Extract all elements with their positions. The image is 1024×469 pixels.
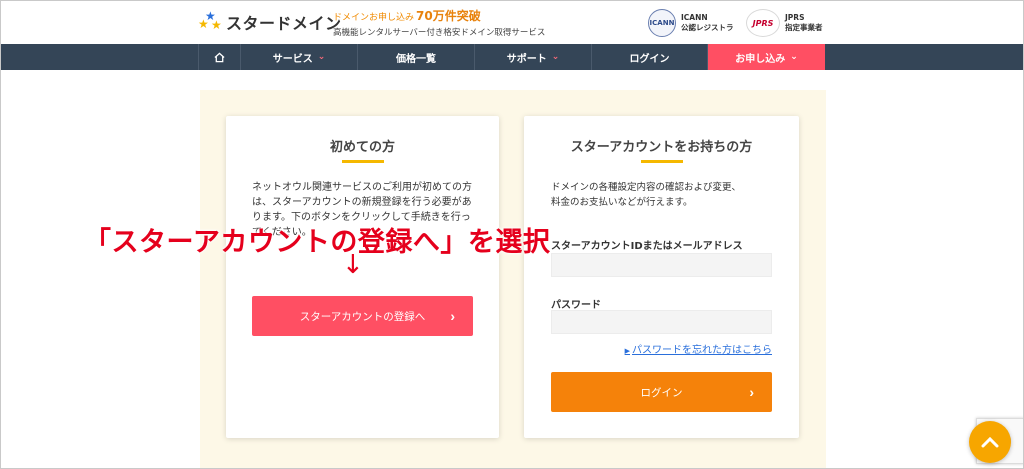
account-id-label: スターアカウントIDまたはメールアドレス (551, 241, 743, 252)
nav-price-label: 価格一覧 (396, 53, 436, 65)
annotation-arrow-icon: ↓ (342, 250, 364, 280)
header-tagline: ドメインお申し込み 70万件突破 高機能レンタルサーバー付き格安ドメイン取得サー… (333, 7, 545, 38)
description-line-1: ドメインの各種設定内容の確認および変更、 (551, 182, 742, 193)
home-icon (214, 52, 225, 62)
chevron-up-icon (981, 436, 999, 448)
chevron-right-icon: › (450, 308, 455, 324)
chevron-down-icon: ⌄ (551, 52, 560, 62)
logo-text: スタードメイン (226, 14, 342, 33)
nav-support[interactable]: サポート ⌄ (474, 44, 591, 70)
register-button-label: スターアカウントの登録へ (299, 310, 426, 323)
password-input[interactable] (551, 310, 772, 334)
scroll-to-top-button[interactable] (969, 421, 1011, 463)
existing-user-description: ドメインの各種設定内容の確認および変更、 料金のお支払いなどが行えます。 (551, 180, 781, 210)
register-star-account-button[interactable]: スターアカウントの登録へ › (252, 296, 473, 336)
nav-login-label: ログイン (629, 53, 670, 65)
nav-service-label: サービス (272, 53, 313, 65)
jprs-sublabel: 指定事業者 (785, 23, 823, 32)
existing-user-card: スターアカウントをお持ちの方 ドメインの各種設定内容の確認および変更、 料金のお… (524, 116, 799, 438)
chevron-down-icon: ⌄ (790, 52, 798, 62)
forgot-password-text: パスワードを忘れた方はこちら (632, 345, 772, 356)
nav-login[interactable]: ログイン (591, 44, 708, 70)
tagline-highlight: 70万件突破 (416, 9, 481, 23)
account-id-input[interactable] (551, 253, 772, 277)
triangle-right-icon: ▶ (624, 347, 630, 355)
instruction-annotation: 「スターアカウントの登録へ」を選択 (84, 227, 551, 258)
nav-support-label: サポート (506, 53, 547, 65)
tagline-prefix: ドメインお申し込み (333, 13, 415, 23)
chevron-down-icon: ⌄ (317, 52, 326, 62)
nav-apply-label: お申し込み (735, 53, 786, 65)
forgot-password-link[interactable]: ▶ パスワードを忘れた方はこちら (551, 341, 772, 356)
site-logo[interactable]: ★ ★ ★ スタードメイン (198, 8, 342, 36)
icann-seal-icon: ICANN (648, 9, 676, 37)
icann-badge: ICANN ICANN 公認レジストラ (648, 9, 734, 37)
nav-price[interactable]: 価格一覧 (357, 44, 474, 70)
logo-stars-icon: ★ ★ ★ (198, 9, 222, 32)
password-label: パスワード (551, 300, 601, 311)
login-button[interactable]: ログイン › (551, 372, 772, 412)
icann-label: ICANN (681, 13, 708, 22)
icann-sublabel: 公認レジストラ (681, 23, 734, 32)
existing-user-title: スターアカウントをお持ちの方 (570, 140, 753, 155)
jprs-label: JPRS (785, 13, 805, 22)
description-line-2: 料金のお支払いなどが行えます。 (551, 197, 693, 208)
tagline-subtext: 高機能レンタルサーバー付き格安ドメイン取得サービス (333, 28, 546, 38)
jprs-logo-icon: JPRS (746, 9, 780, 37)
title-underline (640, 160, 683, 163)
title-underline (341, 160, 384, 163)
nav-service[interactable]: サービス ⌄ (240, 44, 357, 70)
nav-apply[interactable]: お申し込み ⌄ (708, 44, 825, 70)
jprs-badge: JPRS JPRS 指定事業者 (746, 9, 823, 37)
main-nav: サービス ⌄ 価格一覧 サポート ⌄ ログイン お申し込み ⌄ (0, 44, 1024, 70)
nav-home[interactable] (198, 44, 240, 70)
chevron-right-icon: › (749, 384, 754, 400)
new-user-title: 初めての方 (329, 140, 395, 155)
site-header: ★ ★ ★ スタードメイン ドメインお申し込み 70万件突破 高機能レンタルサー… (0, 0, 1024, 44)
login-button-label: ログイン (640, 386, 683, 399)
